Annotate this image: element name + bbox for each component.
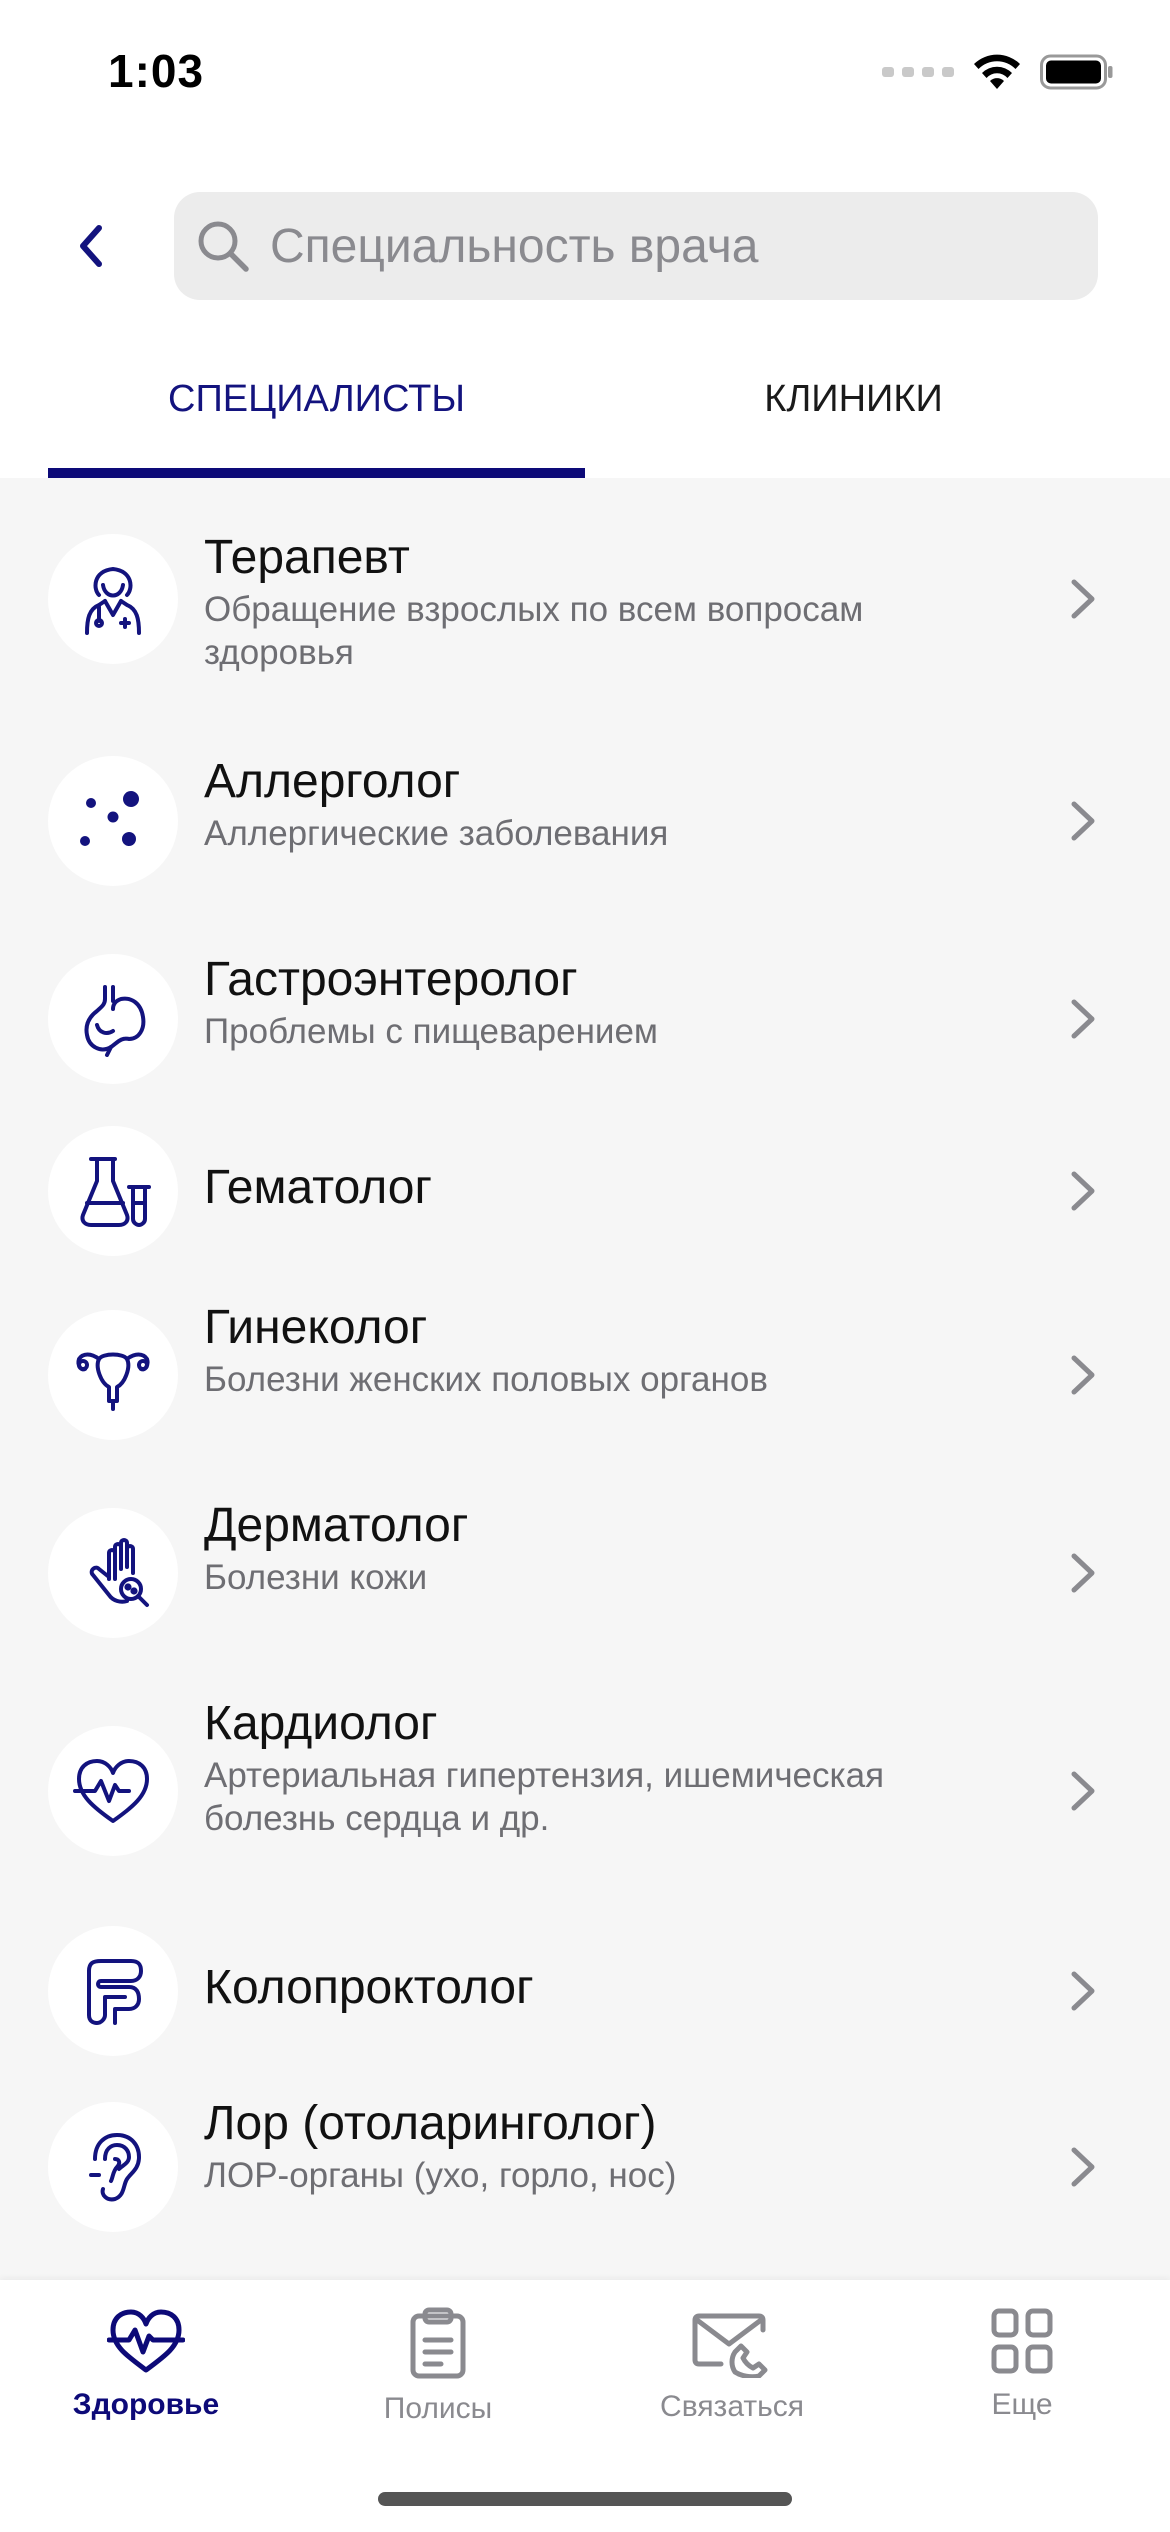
allergy-dots-icon bbox=[80, 791, 139, 846]
list-item-gynecologist[interactable]: Гинеколог Болезни женских половых органо… bbox=[0, 1278, 1170, 1476]
tab-clinics[interactable]: КЛИНИКИ bbox=[585, 340, 1122, 478]
chevron-left-icon bbox=[80, 225, 102, 267]
avatar bbox=[48, 1126, 178, 1256]
tabbar-label: Еще bbox=[991, 2388, 1053, 2421]
stomach-icon bbox=[84, 985, 146, 1057]
chevron-right-icon bbox=[1071, 1971, 1095, 2011]
header-area: 1:03 Специальность врача СПЕЦИАЛИСТЫ КЛИ… bbox=[0, 0, 1170, 478]
specialist-subtitle: Артериальная гипертензия, ишемическая бо… bbox=[204, 1756, 885, 1838]
list-item-cardiologist[interactable]: Кардиолог Артериальная гипертензия, ишем… bbox=[0, 1674, 1170, 1902]
back-button[interactable] bbox=[56, 212, 124, 280]
specialist-subtitle: Болезни кожи bbox=[204, 1558, 428, 1597]
heart-pulse-icon bbox=[107, 2309, 185, 2373]
specialist-title: Кардиолог bbox=[204, 1697, 438, 1750]
segment-tabs: СПЕЦИАЛИСТЫ КЛИНИКИ bbox=[48, 340, 1122, 478]
clipboard-icon bbox=[410, 2307, 466, 2379]
ear-icon bbox=[89, 2133, 141, 2202]
specialist-subtitle: ЛОР-органы (ухо, горло, нос) bbox=[204, 2156, 677, 2195]
specialist-title: Лор (отоларинголог) bbox=[204, 2097, 657, 2150]
battery-icon bbox=[1040, 54, 1113, 90]
specialist-title: Дерматолог bbox=[204, 1499, 469, 1552]
tabbar-item-policies[interactable]: Полисы bbox=[328, 2306, 548, 2426]
specialist-subtitle: Аллергические заболевания bbox=[204, 814, 669, 853]
flask-icon bbox=[80, 1157, 151, 1227]
cellular-signal-icon bbox=[882, 67, 954, 77]
list-item-therapist[interactable]: Терапевт Обращение взрослых по всем вопр… bbox=[0, 478, 1170, 706]
search-field[interactable] bbox=[174, 192, 1098, 300]
tabbar-item-more[interactable]: Еще bbox=[912, 2306, 1132, 2422]
specialist-title: Терапевт bbox=[204, 531, 410, 584]
avatar bbox=[48, 756, 178, 886]
specialist-subtitle: Обращение взрослых по всем вопросам здор… bbox=[204, 590, 864, 672]
status-icons bbox=[882, 52, 1114, 92]
specialist-subtitle: Проблемы с пищеварением bbox=[204, 1012, 658, 1051]
grid-icon bbox=[991, 2308, 1053, 2374]
avatar bbox=[48, 1310, 178, 1440]
search-icon bbox=[198, 221, 249, 272]
specialist-subtitle: Болезни женских половых органов bbox=[204, 1360, 768, 1399]
chevron-right-icon bbox=[1071, 2147, 1095, 2187]
avatar bbox=[48, 2102, 178, 2232]
list-item-dermatologist[interactable]: Дерматолог Болезни кожи bbox=[0, 1476, 1170, 1674]
list-item-gastroenterologist[interactable]: Гастроэнтеролог Проблемы с пищеварением bbox=[0, 904, 1170, 1102]
status-time: 1:03 bbox=[108, 45, 205, 97]
chevron-right-icon bbox=[1071, 579, 1095, 619]
tabbar-item-contact[interactable]: Связаться bbox=[622, 2306, 842, 2424]
tabbar-label: Полисы bbox=[383, 2392, 493, 2425]
avatar bbox=[48, 1926, 178, 2056]
avatar bbox=[48, 534, 178, 664]
specialist-title: Гематолог bbox=[204, 1161, 432, 1214]
search-input[interactable] bbox=[268, 217, 1052, 275]
screen: 1:03 Специальность врача СПЕЦИАЛИСТЫ КЛИ… bbox=[0, 0, 1170, 2532]
specialist-title: Гастроэнтеролог bbox=[204, 953, 578, 1006]
avatar bbox=[48, 1508, 178, 1638]
list-item-ent[interactable]: Лор (отоларинголог) ЛОР-органы (ухо, гор… bbox=[0, 2078, 1170, 2278]
chevron-right-icon bbox=[1071, 1771, 1095, 1811]
list-item-coloproctologist[interactable]: Колопроктолог bbox=[0, 1902, 1170, 2078]
specialist-title: Колопроктолог bbox=[204, 1961, 534, 2014]
doctor-icon bbox=[85, 567, 141, 635]
specialist-title: Гинеколог bbox=[204, 1301, 428, 1354]
tab-specialists[interactable]: СПЕЦИАЛИСТЫ bbox=[48, 340, 585, 478]
chevron-right-icon bbox=[1071, 801, 1095, 841]
envelope-phone-icon bbox=[692, 2313, 768, 2378]
chevron-right-icon bbox=[1071, 1171, 1095, 1211]
intestine-icon bbox=[87, 1959, 143, 2025]
list-item-allergist[interactable]: Аллерголог Аллергические заболевания bbox=[0, 706, 1170, 904]
tabbar-item-health[interactable]: Здоровье bbox=[36, 2306, 256, 2422]
list-item-hematologist[interactable]: Гематолог bbox=[0, 1102, 1170, 1278]
chevron-right-icon bbox=[1071, 1355, 1095, 1395]
hand-magnifier-icon bbox=[89, 1538, 149, 1607]
avatar bbox=[48, 1726, 178, 1856]
chevron-right-icon bbox=[1071, 999, 1095, 1039]
uterus-icon bbox=[76, 1352, 150, 1411]
tabbar-label: Связаться bbox=[660, 2390, 804, 2423]
wifi-icon bbox=[974, 54, 1020, 89]
chevron-right-icon bbox=[1071, 1553, 1095, 1593]
home-indicator bbox=[378, 2492, 792, 2506]
tabbar-label: Здоровье bbox=[72, 2388, 220, 2421]
specialist-title: Аллерголог bbox=[204, 755, 461, 808]
heart-pulse-icon bbox=[73, 1759, 149, 1823]
avatar bbox=[48, 954, 178, 1084]
